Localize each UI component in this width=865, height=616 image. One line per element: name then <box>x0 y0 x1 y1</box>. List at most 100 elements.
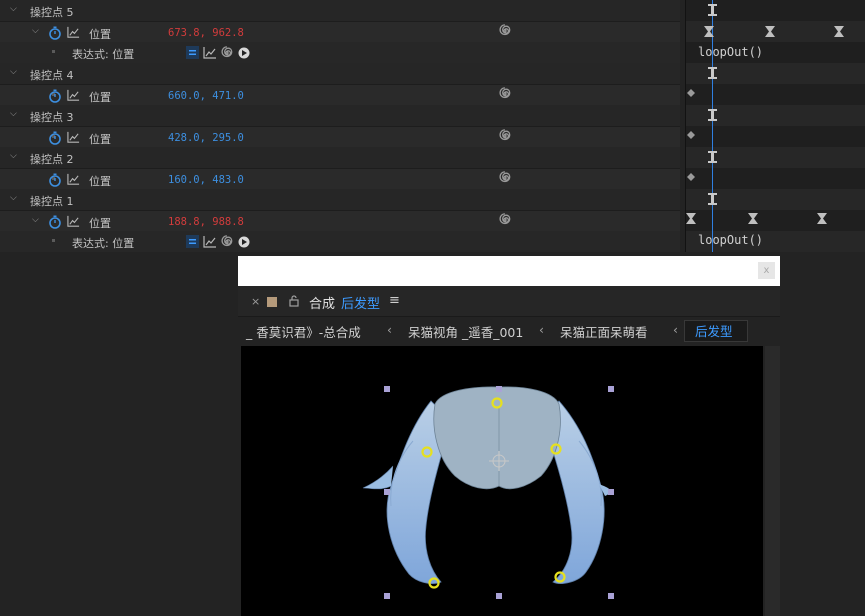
graph-editor-icon[interactable] <box>67 26 80 39</box>
breadcrumb-item[interactable]: 呆猫正面呆萌看 <box>560 322 648 341</box>
breadcrumb-current[interactable]: 后发型 <box>684 320 748 342</box>
expand-arrow-icon[interactable]: ⌵ <box>10 151 17 161</box>
expression-label: 表达式: 位置 <box>72 48 135 61</box>
breadcrumb-separator: ‹ <box>387 322 392 337</box>
property-row[interactable]: 位置 160.0, 483.0 <box>0 168 680 190</box>
property-value[interactable]: 660.0, 471.0 <box>168 90 244 102</box>
property-name: 位置 <box>89 175 111 188</box>
composition-viewer[interactable] <box>241 346 763 616</box>
graph-editor-icon[interactable] <box>67 89 80 102</box>
expression-spiral-icon[interactable] <box>498 171 512 185</box>
transform-handle[interactable] <box>496 386 502 392</box>
expression-spiral-icon[interactable] <box>498 129 512 143</box>
breadcrumb-item[interactable]: _ 香莫识君》-总合成 <box>246 322 361 341</box>
panel-title-bar[interactable]: x <box>238 256 780 286</box>
close-tab-icon[interactable]: × <box>251 295 260 308</box>
group-row[interactable]: ⌵ 操控点 4 <box>0 63 680 84</box>
expand-arrow-icon[interactable]: ⌵ <box>32 26 39 36</box>
expression-language-menu-icon[interactable] <box>238 47 250 59</box>
property-row[interactable]: 位置 660.0, 471.0 <box>0 84 680 106</box>
playhead-marker-icon[interactable] <box>708 151 717 163</box>
window-close-button[interactable]: x <box>758 262 775 279</box>
group-row[interactable]: ⌵ 操控点 2 <box>0 147 680 168</box>
graph-editor-icon[interactable] <box>67 215 80 228</box>
expression-enable-icon[interactable] <box>186 235 199 248</box>
expression-controls[interactable] <box>186 234 256 249</box>
expression-language-menu-icon[interactable] <box>238 236 250 248</box>
breadcrumb-item[interactable]: 呆猫视角 _遥香_001 <box>408 322 523 341</box>
expand-arrow-icon[interactable]: ⌵ <box>32 215 39 225</box>
composition-color-swatch-icon <box>267 297 277 307</box>
keyframe-hourglass-icon[interactable] <box>704 26 714 37</box>
property-row[interactable]: 位置 428.0, 295.0 <box>0 126 680 148</box>
group-row[interactable]: ⌵ 操控点 5 <box>0 0 680 21</box>
keyframe-timeline-panel[interactable]: loopOut() loopOut() <box>685 0 865 252</box>
graph-editor-icon[interactable] <box>203 47 216 59</box>
stopwatch-icon[interactable] <box>48 89 62 103</box>
stopwatch-icon[interactable] <box>48 131 62 145</box>
graph-editor-icon[interactable] <box>203 236 216 248</box>
property-value[interactable]: 160.0, 483.0 <box>168 174 244 186</box>
expression-spiral-icon[interactable] <box>498 24 512 38</box>
playhead-marker-icon[interactable] <box>708 193 717 205</box>
expression-spiral-icon[interactable] <box>498 213 512 227</box>
panel-menu-icon[interactable]: ≡ <box>389 293 400 308</box>
property-row[interactable]: ⌵ 位置 673.8, 962.8 <box>0 21 680 43</box>
property-name: 位置 <box>89 217 111 230</box>
expression-row[interactable]: 表达式: 位置 <box>0 42 680 63</box>
composition-canvas[interactable] <box>241 346 763 616</box>
group-name: 操控点 4 <box>30 69 74 82</box>
transform-handle[interactable] <box>384 593 390 599</box>
keyframe-hourglass-icon[interactable] <box>817 213 827 224</box>
expand-arrow-icon[interactable]: ⌵ <box>10 193 17 203</box>
keyframe-hourglass-icon[interactable] <box>686 213 696 224</box>
keyframe-diamond-icon[interactable] <box>687 131 695 139</box>
keyframe-hourglass-icon[interactable] <box>765 26 775 37</box>
group-row[interactable]: ⌵ 操控点 3 <box>0 105 680 126</box>
expression-enable-icon[interactable] <box>186 46 199 59</box>
keyframe-diamond-icon[interactable] <box>687 173 695 181</box>
property-row[interactable]: ⌵ 位置 188.8, 988.8 <box>0 210 680 232</box>
playhead-line[interactable] <box>712 0 713 252</box>
bullet-icon <box>52 239 55 242</box>
transform-handle[interactable] <box>608 593 614 599</box>
expand-arrow-icon[interactable]: ⌵ <box>10 4 17 14</box>
lock-icon[interactable] <box>289 295 299 307</box>
keyframe-diamond-icon[interactable] <box>687 89 695 97</box>
composition-name[interactable]: 后发型 <box>341 293 380 312</box>
stopwatch-icon[interactable] <box>48 173 62 187</box>
viewer-scrollbar[interactable] <box>765 346 780 616</box>
transform-handle[interactable] <box>608 386 614 392</box>
keyframe-hourglass-icon[interactable] <box>834 26 844 37</box>
stopwatch-icon[interactable] <box>48 26 62 40</box>
composition-breadcrumb: _ 香莫识君》-总合成 ‹ 呆猫视角 _遥香_001 ‹ 呆猫正面呆萌看 ‹ 后… <box>238 317 780 343</box>
expression-spiral-icon[interactable] <box>498 87 512 101</box>
expression-code[interactable]: loopOut() <box>698 233 763 247</box>
expression-pickwhip-icon[interactable] <box>221 46 233 58</box>
transform-handle[interactable] <box>384 489 390 495</box>
panel-label: 合成 <box>309 297 336 312</box>
graph-editor-icon[interactable] <box>67 131 80 144</box>
expression-pickwhip-icon[interactable] <box>221 235 233 247</box>
graph-editor-icon[interactable] <box>67 173 80 186</box>
property-value[interactable]: 673.8, 962.8 <box>168 27 244 39</box>
keyframe-hourglass-icon[interactable] <box>748 213 758 224</box>
expand-arrow-icon[interactable]: ⌵ <box>10 109 17 119</box>
playhead-marker-icon[interactable] <box>708 109 717 121</box>
expression-controls[interactable] <box>186 45 256 60</box>
expand-arrow-icon[interactable]: ⌵ <box>10 67 17 77</box>
transform-handle[interactable] <box>496 593 502 599</box>
transform-handle[interactable] <box>608 489 614 495</box>
property-value[interactable]: 188.8, 988.8 <box>168 216 244 228</box>
transform-handle[interactable] <box>384 386 390 392</box>
composition-tab[interactable]: × 合成 后发型 ≡ <box>238 286 780 317</box>
group-row[interactable]: ⌵ 操控点 1 <box>0 189 680 210</box>
property-value[interactable]: 428.0, 295.0 <box>168 132 244 144</box>
expression-code[interactable]: loopOut() <box>698 45 763 59</box>
playhead-marker-icon[interactable] <box>708 4 717 16</box>
stopwatch-icon[interactable] <box>48 215 62 229</box>
playhead-marker-icon[interactable] <box>708 67 717 79</box>
property-name: 位置 <box>89 91 111 104</box>
group-name: 操控点 1 <box>30 195 74 208</box>
expression-row[interactable]: 表达式: 位置 <box>0 231 680 252</box>
